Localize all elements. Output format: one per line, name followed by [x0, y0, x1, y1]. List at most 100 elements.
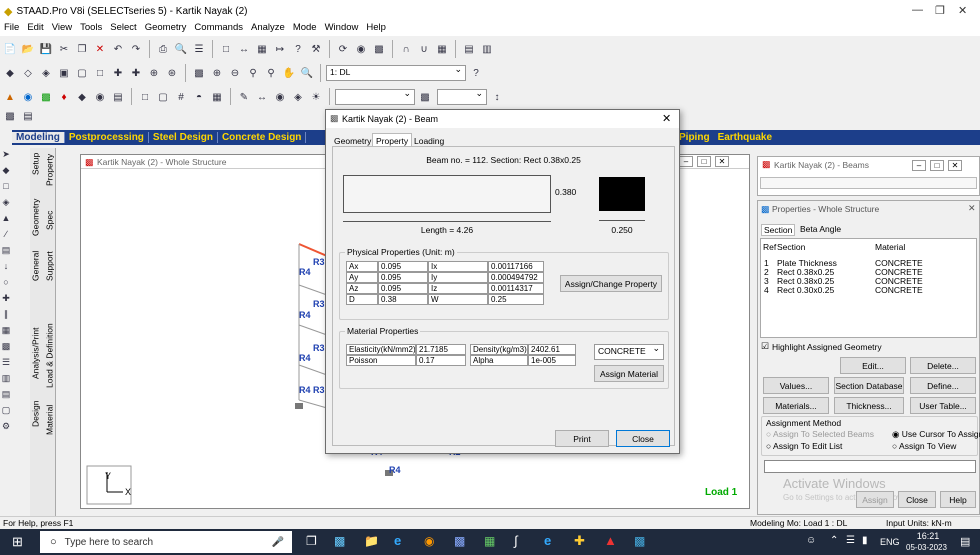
tray-chevron-icon[interactable]: ⌃	[830, 535, 838, 546]
graph-icon[interactable]: ▥	[1, 372, 12, 384]
plate-cursor-icon[interactable]: □	[1, 180, 12, 192]
cursor-members-icon[interactable]: ⊛	[164, 65, 180, 81]
render-icon[interactable]: ▩	[371, 41, 387, 57]
tab-piping[interactable]: Piping	[675, 132, 714, 143]
node-number-icon[interactable]: #	[173, 89, 189, 105]
cursor-solids-icon[interactable]: ▣	[56, 65, 72, 81]
values-button[interactable]: Values...	[763, 377, 829, 394]
app-icon-4[interactable]: ▲	[604, 533, 617, 548]
copy-icon[interactable]: ❐	[74, 41, 90, 57]
radio-assign-edit-list[interactable]: ○ Assign To Edit List	[766, 441, 842, 451]
save-icon[interactable]: 💾	[38, 41, 54, 57]
plate-section-icon[interactable]: ▢	[155, 89, 171, 105]
layout-icon[interactable]: ▤	[20, 108, 36, 124]
structure-grid-icon[interactable]: ▦	[209, 89, 225, 105]
wall-icon[interactable]: ∪	[416, 41, 432, 57]
new-file-icon[interactable]: 📄	[2, 41, 18, 57]
help-query-icon[interactable]: ?	[468, 65, 484, 81]
chrome-icon[interactable]: ◉	[424, 534, 434, 548]
beams-max-icon[interactable]: □	[930, 160, 944, 171]
tab-steel-design[interactable]: Steel Design	[149, 132, 218, 143]
color-icon[interactable]: ◈	[290, 89, 306, 105]
dimension-beam-icon[interactable]: ↔	[254, 89, 270, 105]
tab-loading[interactable]: Loading	[414, 136, 444, 146]
chart-icon[interactable]: ▥	[479, 41, 495, 57]
assign-button[interactable]: Assign	[856, 491, 894, 508]
plate-icon[interactable]: ▦	[254, 41, 270, 57]
restore-icon[interactable]: ❐	[935, 4, 945, 17]
task-view-icon[interactable]: ❐	[306, 534, 317, 548]
delete-icon[interactable]: ✕	[92, 41, 108, 57]
dialog-close-button[interactable]: Close	[616, 430, 670, 447]
highlight-icon[interactable]: ☀	[308, 89, 324, 105]
node-cursor-icon[interactable]: ◈	[1, 196, 12, 208]
zoom-in-icon[interactable]: ⊕	[209, 65, 225, 81]
tab-earthquake[interactable]: Earthquake	[714, 132, 776, 143]
taskbar-search[interactable]: ○ Type here to search 🎤	[40, 531, 292, 553]
dialog-close-icon[interactable]: ✕	[662, 112, 671, 125]
cut-icon[interactable]: ✂	[56, 41, 72, 57]
microphone-icon[interactable]: 🎤	[272, 537, 284, 548]
zoom-out-icon[interactable]: ⊖	[227, 65, 243, 81]
load-icon[interactable]: ↓	[1, 260, 12, 272]
edge-icon[interactable]: e	[394, 533, 401, 548]
radio-assign-view[interactable]: ○ Assign To View	[892, 441, 956, 451]
side-tab-geometry[interactable]: Geometry	[28, 198, 43, 236]
undo-icon[interactable]: ↶	[110, 41, 126, 57]
side-tab-analysis-print[interactable]: Analysis/Print	[28, 323, 43, 383]
battery-icon[interactable]: ▮	[862, 535, 868, 546]
tool-icon[interactable]: ⚒	[308, 41, 324, 57]
radio-assign-selected[interactable]: ○ Assign To Selected Beams	[766, 429, 874, 439]
rotate-geometry-icon[interactable]: ♦	[56, 89, 72, 105]
tab-postprocessing[interactable]: Postprocessing	[65, 132, 149, 143]
thickness-button[interactable]: Thickness...	[834, 397, 904, 414]
print-icon[interactable]: ⎙	[155, 41, 171, 57]
select-pointer-icon[interactable]: ➤	[1, 148, 12, 160]
circular-repeat-icon[interactable]: ◉	[20, 89, 36, 105]
beams-close-icon[interactable]: ✕	[948, 160, 962, 171]
side-tab-design[interactable]: Design	[28, 398, 43, 430]
beam-cursor-icon[interactable]: ◆	[1, 164, 12, 176]
cursor-geometry-icon[interactable]: □	[92, 65, 108, 81]
menu-analyze[interactable]: Analyze	[251, 22, 285, 36]
line-icon[interactable]: ∕	[1, 228, 12, 240]
magnify-icon[interactable]: 🔍	[299, 65, 315, 81]
cursor-supports-icon[interactable]: ⊕	[146, 65, 162, 81]
insert-node-icon[interactable]: ◉	[92, 89, 108, 105]
print-preview-icon[interactable]: 🔍	[173, 41, 189, 57]
cursor-plates-icon[interactable]: ◈	[38, 65, 54, 81]
release-icon[interactable]: ○	[1, 276, 12, 288]
structure-max-icon[interactable]: □	[697, 156, 711, 167]
tab-geometry[interactable]: Geometry	[334, 136, 371, 146]
close-window-icon[interactable]: ✕	[958, 4, 967, 17]
structure-close-icon[interactable]: ✕	[715, 156, 729, 167]
member-icon[interactable]: ▤	[1, 244, 12, 256]
ie-icon[interactable]: e	[544, 533, 551, 548]
notification-icon[interactable]: ▤	[960, 535, 970, 548]
menu-commands[interactable]: Commands	[194, 22, 243, 36]
value-field[interactable]	[437, 88, 487, 105]
minimize-icon[interactable]: —	[912, 4, 923, 16]
people-icon[interactable]: ☺	[806, 535, 816, 546]
parallel-icon[interactable]: ∥	[1, 308, 12, 320]
beams-window[interactable]: ▩ Kartik Nayak (2) - Beams – □ ✕	[757, 156, 980, 196]
zoom-window-icon[interactable]: ⚲	[245, 65, 261, 81]
side-tab-general[interactable]: General	[28, 248, 43, 284]
help-button[interactable]: Help	[940, 491, 976, 508]
assign-change-property-button[interactable]: Assign/Change Property	[560, 275, 662, 292]
menu-help[interactable]: Help	[366, 22, 386, 36]
side-tab-setup[interactable]: Setup	[28, 150, 43, 178]
assign-material-button[interactable]: Assign Material	[594, 365, 664, 382]
side-tab-load-definition[interactable]: Load & Definition	[42, 318, 57, 394]
number-icon[interactable]: ▢	[1, 404, 12, 416]
network-icon[interactable]: ☰	[846, 535, 855, 546]
design-icon[interactable]: ▩	[1, 340, 12, 352]
analysis-icon[interactable]: ▦	[1, 324, 12, 336]
load-case-select[interactable]: 1: DL	[326, 64, 466, 81]
assign-list-input[interactable]	[764, 460, 976, 473]
query-icon[interactable]: ?	[290, 41, 306, 57]
language-indicator[interactable]: ENG	[880, 537, 900, 547]
settings-left-icon[interactable]: ⚙	[1, 420, 12, 432]
cursor-nodes-icon[interactable]: ◆	[2, 65, 18, 81]
beams-min-icon[interactable]: –	[912, 160, 926, 171]
